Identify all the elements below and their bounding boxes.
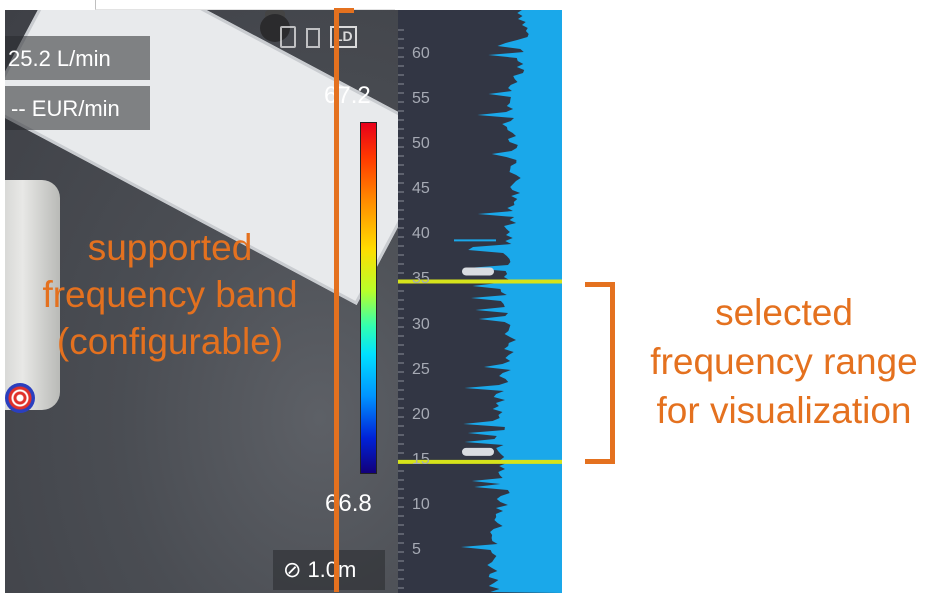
band-annotation: supported frequency band (configurable) — [5, 224, 335, 365]
sd-card-icon — [280, 26, 296, 48]
color-scale-bar — [360, 122, 377, 474]
band-line-2: frequency band — [42, 274, 298, 315]
axis-label: 60 — [412, 45, 430, 62]
axis-label: 15 — [412, 450, 430, 468]
selection-handle-lower[interactable] — [462, 447, 494, 456]
axis-label: 30 — [412, 315, 430, 333]
range-line-2: frequency range — [650, 341, 918, 382]
spectrum-fill — [461, 10, 562, 593]
band-bracket-top — [334, 8, 354, 13]
cost-rate-readout: -- EUR/min — [5, 86, 150, 130]
axis-label: 40 — [412, 225, 430, 243]
axis-label: 20 — [412, 405, 430, 423]
battery-icon — [306, 28, 320, 48]
range-line-3: for visualization — [656, 390, 912, 431]
band-line-1: supported — [87, 227, 253, 268]
measure-icon: ⊘ — [283, 557, 302, 582]
scale-min-value: 66.8 — [325, 490, 372, 517]
axis-label: 45 — [412, 180, 430, 198]
selection-handle-upper[interactable] — [462, 267, 494, 276]
frequency-spectrum[interactable]: 60 55 50 45 40 35 30 25 20 15 10 5 — [398, 10, 562, 593]
selection-bracket — [585, 282, 615, 464]
status-icons: LD — [280, 26, 357, 48]
axis-label: 25 — [412, 360, 430, 378]
distance-readout[interactable]: ⊘ 1.0m — [273, 550, 385, 590]
scale-max-value: 67.2 — [324, 82, 371, 109]
range-annotation: selected frequency range for visualizati… — [624, 288, 944, 435]
axis-label: 55 — [412, 90, 430, 108]
target-marker-icon[interactable] — [5, 383, 35, 413]
axis-label: 35 — [412, 270, 430, 288]
band-line-3: (configurable) — [56, 321, 284, 362]
axis-label: 50 — [412, 135, 430, 153]
range-line-1: selected — [715, 292, 853, 333]
axis-label: 5 — [412, 541, 421, 558]
flow-rate-readout: 25.2 L/min — [5, 36, 150, 80]
axis-label: 10 — [412, 495, 430, 513]
distance-value: 1.0m — [307, 557, 357, 582]
